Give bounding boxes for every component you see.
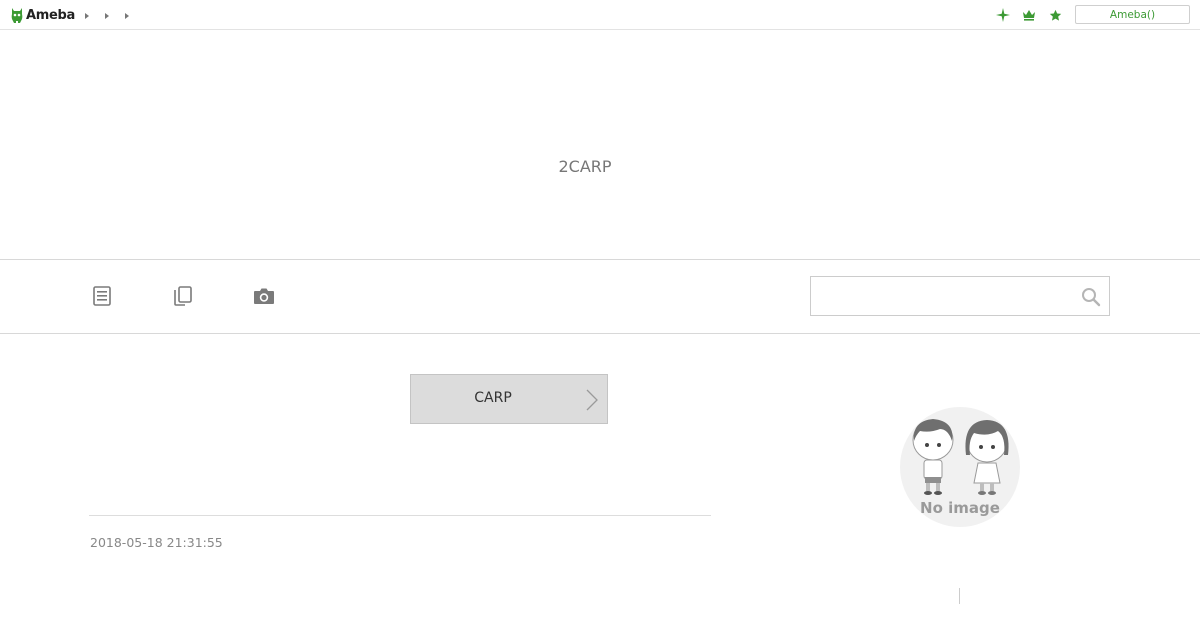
blog-search bbox=[810, 276, 1110, 316]
caret-right-icon bbox=[105, 13, 109, 19]
ameba-logo[interactable]: Ameba bbox=[10, 5, 75, 25]
header-actions bbox=[990, 7, 1068, 23]
blog-header: 2CARP bbox=[0, 30, 1200, 259]
crown-icon bbox=[1023, 10, 1035, 21]
post-date: 2018-05-18 21:31:55 bbox=[90, 535, 223, 550]
breadcrumb-item[interactable] bbox=[124, 10, 144, 22]
crown-button[interactable] bbox=[1016, 7, 1042, 23]
nav-pages[interactable] bbox=[171, 284, 195, 308]
breadcrumb-item[interactable] bbox=[84, 10, 104, 22]
profile-image[interactable]: No image bbox=[900, 407, 1020, 527]
ameba-mascot-icon bbox=[11, 8, 23, 23]
breadcrumb bbox=[84, 10, 144, 22]
sidebar-separator bbox=[959, 588, 960, 604]
theme-label: CARP bbox=[474, 390, 512, 406]
caret-right-icon bbox=[125, 13, 129, 19]
global-header: Ameba Ameba() bbox=[0, 0, 1200, 30]
nav-article-list[interactable] bbox=[90, 284, 114, 308]
search-icon bbox=[1082, 288, 1101, 307]
theme-button[interactable]: CARP bbox=[410, 374, 608, 424]
camera-icon bbox=[254, 288, 274, 304]
divider bbox=[89, 515, 711, 516]
search-button[interactable] bbox=[1079, 285, 1103, 309]
breadcrumb-item[interactable] bbox=[104, 10, 124, 22]
article-list-icon bbox=[93, 286, 111, 306]
chevron-right-icon bbox=[586, 389, 598, 411]
logo-text: Ameba bbox=[26, 7, 76, 23]
blog-title[interactable]: 2CARP bbox=[0, 157, 1170, 176]
login-button-label: Ameba() bbox=[1109, 8, 1156, 21]
star-icon bbox=[1049, 9, 1061, 21]
star-button[interactable] bbox=[1042, 7, 1068, 23]
search-input[interactable] bbox=[811, 277, 1073, 315]
pages-icon bbox=[174, 286, 192, 306]
ameba-login-button[interactable]: Ameba() bbox=[1075, 5, 1190, 24]
caret-right-icon bbox=[85, 13, 89, 19]
no-image-label: No image bbox=[920, 499, 1000, 517]
sparkle-icon bbox=[996, 8, 1010, 22]
blog-nav bbox=[0, 259, 1200, 334]
nav-photos[interactable] bbox=[252, 284, 276, 308]
sparkle-button[interactable] bbox=[990, 7, 1016, 23]
